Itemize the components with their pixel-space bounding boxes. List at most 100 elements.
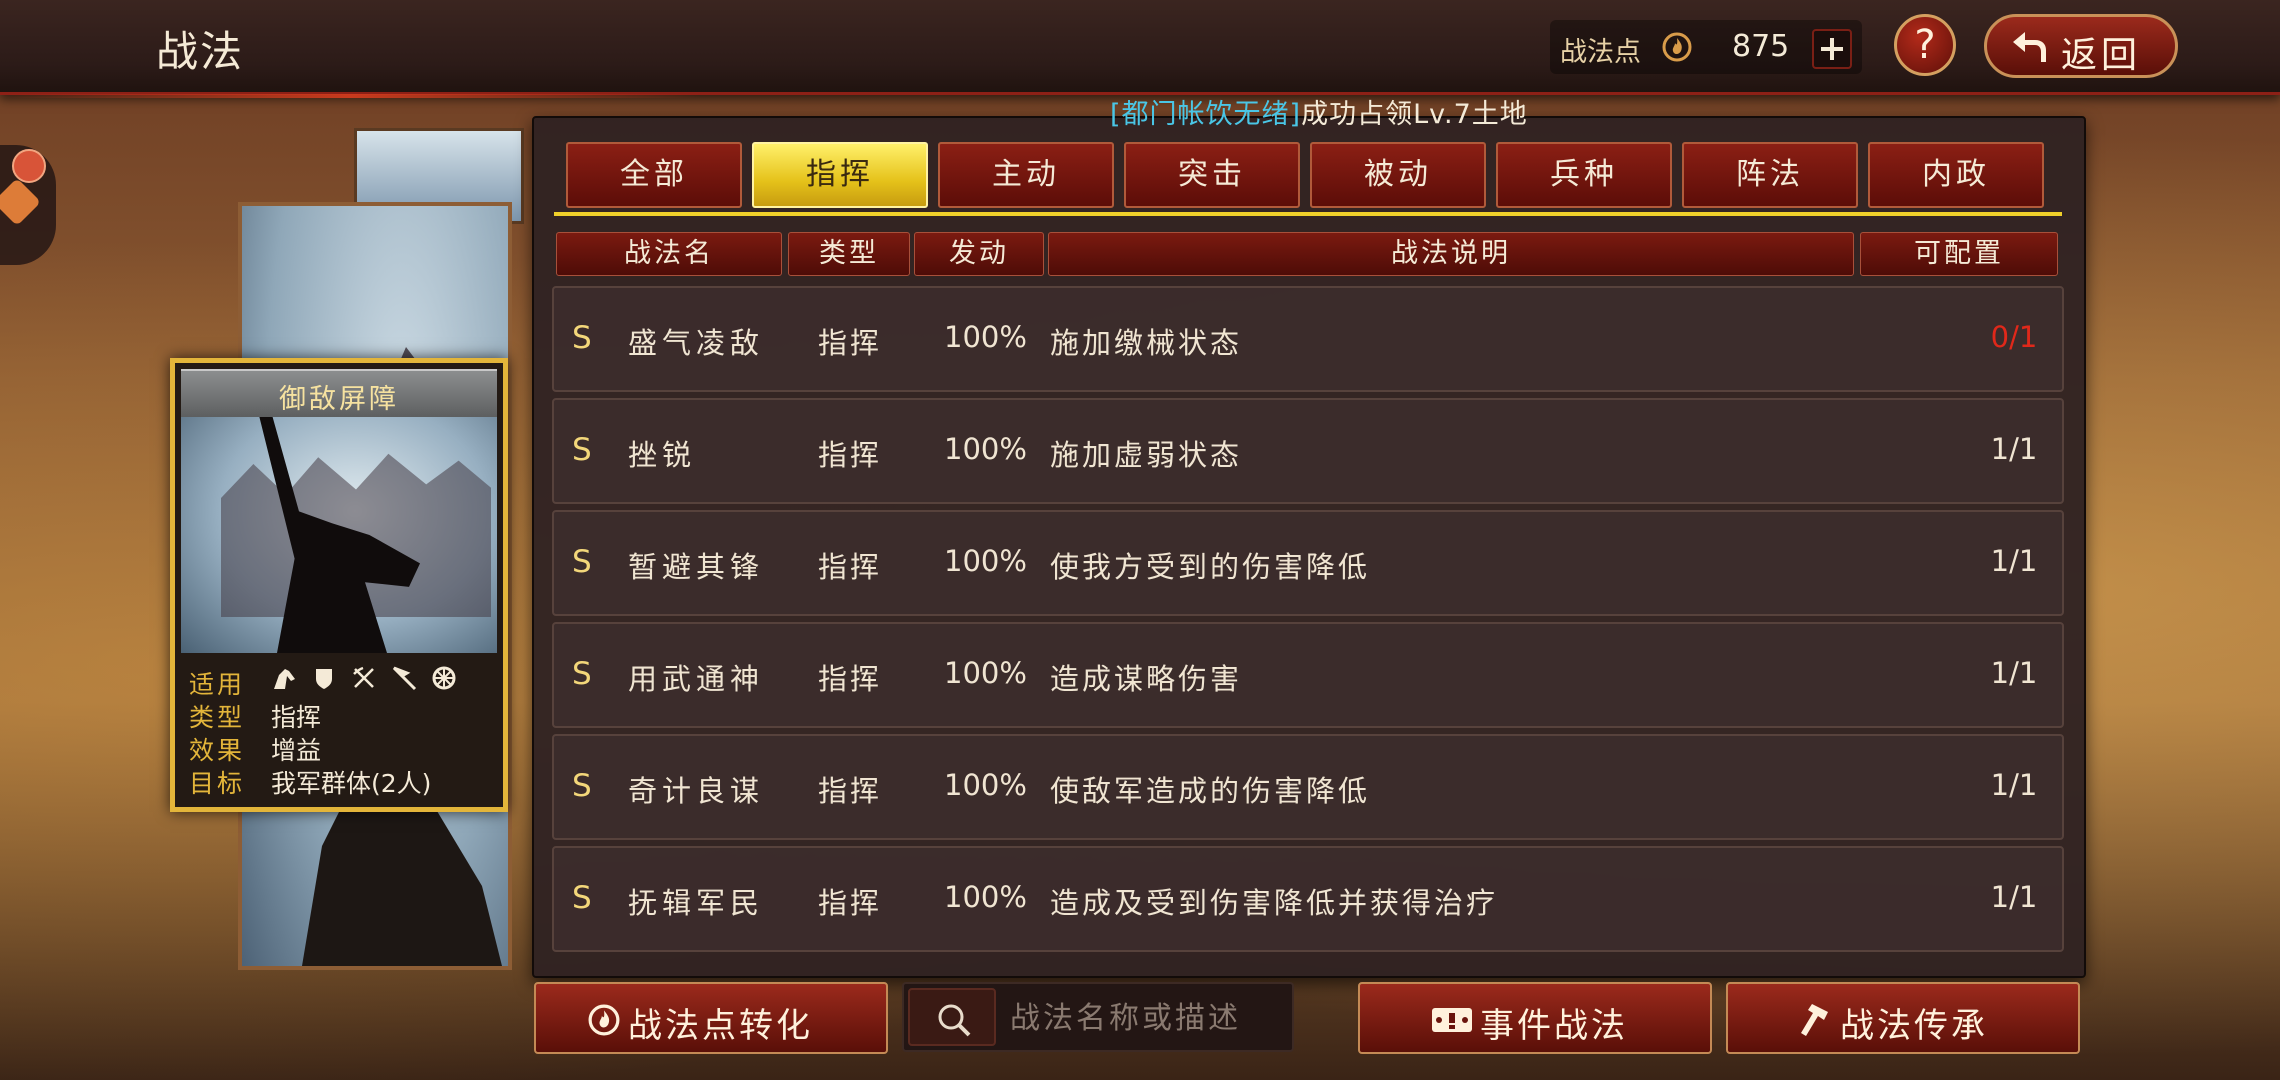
event-tactics-label: 事件战法 <box>1480 1006 1628 1046</box>
notification-dot <box>12 149 46 183</box>
tactic-description: 施加虚弱状态 <box>1050 438 1243 472</box>
column-header-slot[interactable]: 可配置 <box>1860 232 2058 276</box>
table-row[interactable]: S 用武通神 指挥 100% 造成谋略伤害 1/1 <box>552 622 2064 728</box>
inherit-tactics-button[interactable]: 战法传承 <box>1726 982 2080 1054</box>
tactic-card-info: 适用 类型 指挥 效果 增益 目标 我军群体(2人) <box>185 665 501 798</box>
tab-command[interactable]: 指挥 <box>752 142 928 208</box>
tactic-type: 指挥 <box>818 438 883 472</box>
tactic-grade: S <box>572 432 592 468</box>
search-input[interactable] <box>1008 994 1282 1042</box>
tab-troop-type[interactable]: 兵种 <box>1496 142 1672 208</box>
tactic-description: 施加缴械状态 <box>1050 326 1243 360</box>
convert-points-label: 战法点转化 <box>628 1006 813 1046</box>
tab-assault[interactable]: 突击 <box>1124 142 1300 208</box>
field-value: 增益 <box>271 736 322 765</box>
tactic-rate: 100% <box>944 544 1027 578</box>
tactic-card-field: 适用 <box>185 665 501 699</box>
tactic-slot-count: 1/1 <box>1990 880 2038 914</box>
cavalry-icon <box>271 665 297 691</box>
tactic-rate: 100% <box>944 768 1027 802</box>
tactic-description: 使我方受到的伤害降低 <box>1050 550 1371 584</box>
column-header-name[interactable]: 战法名 <box>556 232 782 276</box>
tab-formation[interactable]: 阵法 <box>1682 142 1858 208</box>
convert-points-button[interactable]: 战法点转化 <box>534 982 888 1054</box>
tactic-slot-count: 1/1 <box>1990 656 2038 690</box>
field-key: 效果 <box>189 736 246 765</box>
tactic-points-value: 875 <box>1732 29 1790 64</box>
tactic-rate: 100% <box>944 656 1027 690</box>
table-row[interactable]: S 暂避其锋 指挥 100% 使我方受到的伤害降低 1/1 <box>552 510 2064 616</box>
tactic-card-field: 类型 指挥 <box>185 698 501 732</box>
tactic-name: 用武通神 <box>628 662 765 696</box>
tactic-card-title: 御敌屏障 <box>279 384 399 415</box>
tactic-description: 使敌军造成的伤害降低 <box>1050 774 1371 808</box>
tactic-points-display: 战法点 875 <box>1550 20 1862 74</box>
tactic-name: 奇计良谋 <box>628 774 765 808</box>
tactic-rate: 100% <box>944 320 1027 354</box>
hammer-icon <box>1801 1004 1828 1036</box>
table-row[interactable]: S 盛气凌敌 指挥 100% 施加缴械状态 0/1 <box>552 286 2064 392</box>
tactic-card-title-bar: 御敌屏障 <box>181 369 497 419</box>
spear-icon <box>391 665 417 691</box>
column-header-type[interactable]: 类型 <box>788 232 910 276</box>
tactic-rate: 100% <box>944 880 1027 914</box>
tactic-slot-count: 1/1 <box>1990 544 2038 578</box>
announcement-ticker: [都门帐饮无绪]成功占领Lv.7土地 <box>1110 92 1528 131</box>
tactic-grade: S <box>572 880 592 916</box>
event-tactics-button[interactable]: 事件战法 <box>1358 982 1712 1054</box>
category-tabs: 全部 指挥 主动 突击 被动 兵种 阵法 内政 <box>566 142 2050 212</box>
help-button[interactable]: ? <box>1894 14 1956 76</box>
page-title: 战法 <box>156 27 245 76</box>
add-points-button[interactable] <box>1812 29 1852 69</box>
announcement-text: 成功占领Lv.7土地 <box>1301 99 1528 130</box>
tactic-type: 指挥 <box>818 774 883 808</box>
tactic-card-art <box>181 417 497 653</box>
tactic-description: 造成谋略伤害 <box>1050 662 1243 696</box>
flame-icon <box>1662 32 1692 62</box>
table-row[interactable]: S 挫锐 指挥 100% 施加虚弱状态 1/1 <box>552 398 2064 504</box>
tactic-name: 暂避其锋 <box>628 550 765 584</box>
tactic-grade: S <box>572 544 592 580</box>
tab-internal-affairs[interactable]: 内政 <box>1868 142 2044 208</box>
tactic-card-field: 效果 增益 <box>185 731 501 765</box>
tactic-points-label: 战法点 <box>1560 37 1641 68</box>
ticket-icon <box>1432 1008 1472 1032</box>
tactic-slot-count: 1/1 <box>1990 432 2038 466</box>
field-key: 类型 <box>189 703 246 732</box>
table-row[interactable]: S 奇计良谋 指挥 100% 使敌军造成的伤害降低 1/1 <box>552 734 2064 840</box>
back-button[interactable]: 返回 <box>1984 14 2178 78</box>
search-icon <box>938 1004 971 1037</box>
tab-active[interactable]: 主动 <box>938 142 1114 208</box>
tab-underline <box>554 212 2062 216</box>
column-header-rate[interactable]: 发动 <box>914 232 1044 276</box>
tactic-slot-count: 1/1 <box>1990 768 2038 802</box>
tactic-type: 指挥 <box>818 550 883 584</box>
field-key: 目标 <box>189 769 246 798</box>
star-icon <box>0 177 42 227</box>
selected-tactic-card[interactable]: 御敌屏障 适用 类型 指挥 效果 增益 目标 我军群体(2人) <box>170 358 508 812</box>
tactic-grade: S <box>572 320 592 356</box>
shield-icon <box>311 665 337 691</box>
tactic-type: 指挥 <box>818 662 883 696</box>
tactic-name: 挫锐 <box>628 438 697 472</box>
tactic-card-field: 目标 我军群体(2人) <box>185 764 501 798</box>
table-row[interactable]: S 抚辑军民 指挥 100% 造成及受到伤害降低并获得治疗 1/1 <box>552 846 2064 952</box>
top-bar: 战法 战法点 875 ? 返回 <box>0 0 2280 98</box>
tactic-type: 指挥 <box>818 886 883 920</box>
wheel-icon <box>431 665 457 691</box>
tactic-grade: S <box>572 768 592 804</box>
announcement-player: [都门帐饮无绪] <box>1110 99 1302 130</box>
back-label: 返回 <box>2061 35 2142 76</box>
applicable-troop-icons <box>271 665 457 691</box>
inherit-tactics-label: 战法传承 <box>1840 1006 1988 1046</box>
side-event-badge[interactable] <box>0 145 56 265</box>
field-key: 适用 <box>189 670 246 699</box>
bow-icon <box>351 665 377 691</box>
tactic-table: S 盛气凌敌 指挥 100% 施加缴械状态 0/1 S 挫锐 指挥 100% 施… <box>552 286 2064 958</box>
search-button[interactable] <box>908 988 996 1046</box>
column-header-description: 战法说明 <box>1048 232 1854 276</box>
tab-all[interactable]: 全部 <box>566 142 742 208</box>
back-arrow-icon <box>2013 32 2046 62</box>
tactic-name: 抚辑军民 <box>628 886 765 920</box>
tab-passive[interactable]: 被动 <box>1310 142 1486 208</box>
